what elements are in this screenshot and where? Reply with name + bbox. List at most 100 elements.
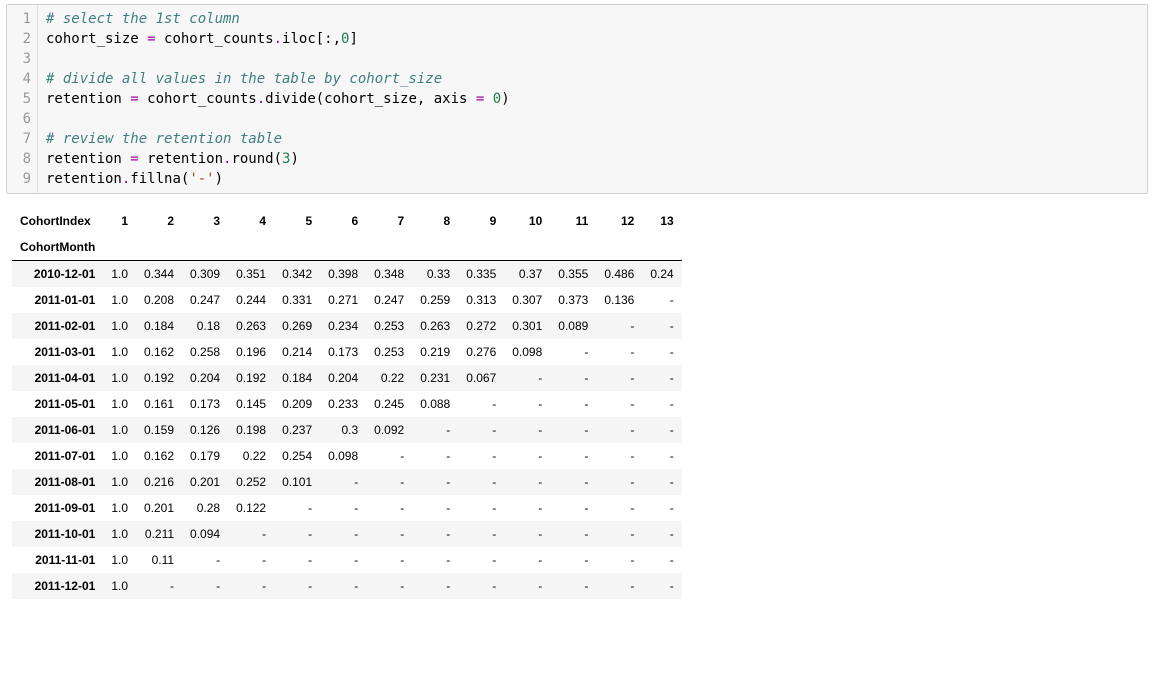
cell: - xyxy=(596,313,642,339)
cell: - xyxy=(642,365,681,391)
column-header: 6 xyxy=(320,208,366,234)
cell: 0.219 xyxy=(412,339,458,365)
cell: - xyxy=(458,391,504,417)
cell: 0.37 xyxy=(504,261,550,288)
cell: 1.0 xyxy=(103,313,136,339)
code-cell[interactable]: 123456789 # select the 1st columncohort_… xyxy=(6,4,1148,194)
cell: 0.184 xyxy=(274,365,320,391)
line-number-gutter: 123456789 xyxy=(7,5,38,193)
row-index: 2011-12-01 xyxy=(12,573,103,599)
column-header: 5 xyxy=(274,208,320,234)
cell: 0.486 xyxy=(596,261,642,288)
row-index: 2010-12-01 xyxy=(12,261,103,288)
code-line[interactable] xyxy=(46,109,1139,129)
table-row: 2011-03-011.00.1620.2580.1960.2140.1730.… xyxy=(12,339,682,365)
cell: - xyxy=(412,573,458,599)
cell: 0.094 xyxy=(182,521,228,547)
cell: - xyxy=(596,417,642,443)
cell: - xyxy=(182,573,228,599)
cell: - xyxy=(642,287,681,313)
cell: 0.198 xyxy=(228,417,274,443)
table-row: 2011-02-011.00.1840.180.2630.2690.2340.2… xyxy=(12,313,682,339)
cell: - xyxy=(320,495,366,521)
cell: - xyxy=(550,469,596,495)
cell: 0.173 xyxy=(320,339,366,365)
cell: 1.0 xyxy=(103,495,136,521)
code-line[interactable]: cohort_size = cohort_counts.iloc[:,0] xyxy=(46,29,1139,49)
cell: - xyxy=(182,547,228,573)
code-editor[interactable]: # select the 1st columncohort_size = coh… xyxy=(38,5,1147,193)
code-line[interactable]: # divide all values in the table by coho… xyxy=(46,69,1139,89)
cell: 1.0 xyxy=(103,521,136,547)
cell: - xyxy=(550,495,596,521)
table-row: 2011-09-011.00.2010.280.122--------- xyxy=(12,495,682,521)
cell: 0.179 xyxy=(182,443,228,469)
cell: 0.216 xyxy=(136,469,182,495)
column-header: 7 xyxy=(366,208,412,234)
cell: 0.122 xyxy=(228,495,274,521)
column-header: 10 xyxy=(504,208,550,234)
column-header: 4 xyxy=(228,208,274,234)
row-index: 2011-02-01 xyxy=(12,313,103,339)
cell: - xyxy=(642,313,681,339)
cell: 0.22 xyxy=(366,365,412,391)
code-line[interactable]: # select the 1st column xyxy=(46,9,1139,29)
cell: 0.092 xyxy=(366,417,412,443)
cell: 1.0 xyxy=(103,573,136,599)
cell: - xyxy=(412,443,458,469)
cell: - xyxy=(642,521,681,547)
cell: 0.33 xyxy=(412,261,458,288)
cell: 0.162 xyxy=(136,443,182,469)
cell: - xyxy=(320,469,366,495)
cell: - xyxy=(366,573,412,599)
cell: 0.231 xyxy=(412,365,458,391)
code-line[interactable]: # review the retention table xyxy=(46,129,1139,149)
code-line[interactable] xyxy=(46,49,1139,69)
cell: 0.253 xyxy=(366,313,412,339)
column-header: 2 xyxy=(136,208,182,234)
cell: - xyxy=(550,339,596,365)
cell: 0.335 xyxy=(458,261,504,288)
line-number: 9 xyxy=(17,169,31,189)
table-row: 2011-05-011.00.1610.1730.1450.2090.2330.… xyxy=(12,391,682,417)
cell: - xyxy=(642,339,681,365)
cell: 0.344 xyxy=(136,261,182,288)
cell: 1.0 xyxy=(103,417,136,443)
cell: 0.201 xyxy=(136,495,182,521)
cell: - xyxy=(596,365,642,391)
code-line[interactable]: retention.fillna('-') xyxy=(46,169,1139,189)
cell: 1.0 xyxy=(103,547,136,573)
cell: - xyxy=(366,547,412,573)
line-number: 8 xyxy=(17,149,31,169)
table-row: 2011-01-011.00.2080.2470.2440.3310.2710.… xyxy=(12,287,682,313)
cell: 1.0 xyxy=(103,391,136,417)
row-index: 2011-03-01 xyxy=(12,339,103,365)
code-line[interactable]: retention = cohort_counts.divide(cohort_… xyxy=(46,89,1139,109)
cell: 0.351 xyxy=(228,261,274,288)
cell: - xyxy=(504,521,550,547)
cell: - xyxy=(642,573,681,599)
line-number: 3 xyxy=(17,49,31,69)
cell: 1.0 xyxy=(103,469,136,495)
row-index: 2011-06-01 xyxy=(12,417,103,443)
cell: 1.0 xyxy=(103,365,136,391)
cell: - xyxy=(458,495,504,521)
line-number: 4 xyxy=(17,69,31,89)
cell: 1.0 xyxy=(103,261,136,288)
cell: 0.309 xyxy=(182,261,228,288)
column-header: 13 xyxy=(642,208,681,234)
cell: 0.331 xyxy=(274,287,320,313)
columns-label: CohortIndex xyxy=(12,208,103,234)
table-row: 2011-04-011.00.1920.2040.1920.1840.2040.… xyxy=(12,365,682,391)
row-index: 2011-09-01 xyxy=(12,495,103,521)
column-header: 12 xyxy=(596,208,642,234)
cell: 0.271 xyxy=(320,287,366,313)
table-row: 2011-12-011.0------------ xyxy=(12,573,682,599)
cell: - xyxy=(504,573,550,599)
cell: 0.252 xyxy=(228,469,274,495)
row-index: 2011-05-01 xyxy=(12,391,103,417)
cell: 0.245 xyxy=(366,391,412,417)
cell: - xyxy=(550,365,596,391)
code-line[interactable]: retention = retention.round(3) xyxy=(46,149,1139,169)
cell: - xyxy=(504,469,550,495)
